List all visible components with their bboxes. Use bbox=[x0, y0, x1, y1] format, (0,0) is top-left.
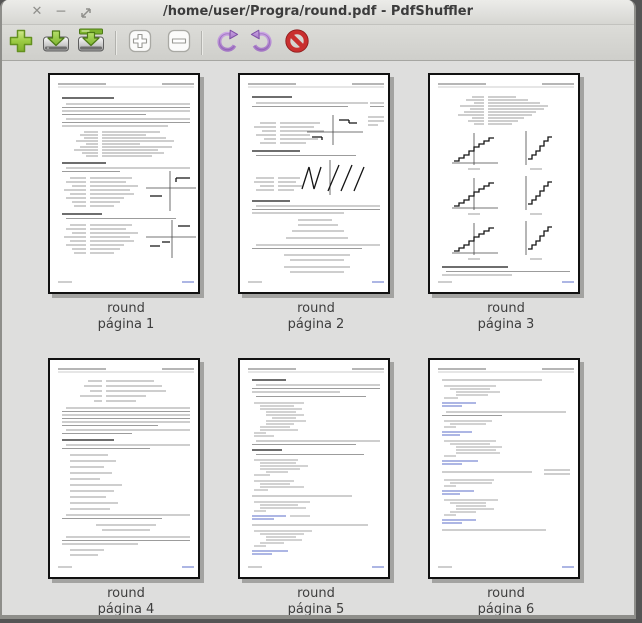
page-number-label: página 4 bbox=[97, 602, 155, 617]
page-number-label: página 5 bbox=[287, 602, 345, 617]
rotate-right-icon bbox=[249, 28, 275, 58]
page-number-label: página 2 bbox=[287, 317, 345, 332]
toolbar bbox=[2, 25, 634, 61]
delete-page-button[interactable] bbox=[284, 28, 310, 58]
page-number-label: página 6 bbox=[477, 602, 535, 617]
titlebar[interactable]: ✕ ─ /home/user/Progra/round.pdf - PdfShu… bbox=[2, 0, 634, 25]
rotate-right-button[interactable] bbox=[249, 28, 275, 58]
page-thumbnail-1[interactable] bbox=[48, 73, 200, 294]
save-as-icon bbox=[77, 28, 105, 58]
page-thumbnail-6[interactable] bbox=[428, 358, 580, 579]
save-as-button[interactable] bbox=[77, 28, 105, 58]
page-thumbnail-2[interactable] bbox=[238, 73, 390, 294]
page-number-label: página 1 bbox=[97, 317, 155, 332]
delete-stop-icon bbox=[284, 28, 310, 58]
save-button[interactable] bbox=[42, 28, 70, 58]
zoom-in-button[interactable] bbox=[128, 28, 152, 58]
doc-name: round bbox=[487, 586, 525, 601]
zoom-out-button[interactable] bbox=[167, 28, 191, 58]
page-caption-4: round página 4 bbox=[36, 586, 216, 617]
thumbnail-canvas[interactable]: round página 1 round página 2 round pági… bbox=[2, 61, 634, 615]
page-thumbnail-4[interactable] bbox=[48, 358, 200, 579]
page-thumbnail-3[interactable] bbox=[428, 73, 580, 294]
page-caption-3: round página 3 bbox=[416, 301, 596, 333]
page-number-label: página 3 bbox=[477, 317, 535, 332]
page-caption-5: round página 5 bbox=[226, 586, 406, 617]
rotate-left-button[interactable] bbox=[214, 28, 240, 58]
page-caption-6: round página 6 bbox=[416, 586, 596, 617]
plus-icon bbox=[8, 28, 34, 58]
zoom-in-icon bbox=[128, 29, 152, 57]
doc-name: round bbox=[297, 586, 335, 601]
window-title: /home/user/Progra/round.pdf - PdfShuffle… bbox=[162, 4, 474, 19]
pdfshuffler-window: ✕ ─ /home/user/Progra/round.pdf - PdfShu… bbox=[0, 0, 636, 619]
doc-name: round bbox=[107, 586, 145, 601]
doc-name: round bbox=[297, 301, 335, 316]
doc-name: round bbox=[487, 301, 525, 316]
add-file-button[interactable] bbox=[8, 28, 34, 58]
doc-name: round bbox=[107, 301, 145, 316]
page-caption-1: round página 1 bbox=[36, 301, 216, 333]
page-thumbnail-5[interactable] bbox=[238, 358, 390, 579]
page-caption-2: round página 2 bbox=[226, 301, 406, 333]
toolbar-separator bbox=[115, 30, 117, 55]
rotate-left-icon bbox=[214, 28, 240, 58]
toolbar-separator bbox=[201, 30, 203, 55]
zoom-out-icon bbox=[167, 29, 191, 57]
save-icon bbox=[42, 28, 70, 58]
